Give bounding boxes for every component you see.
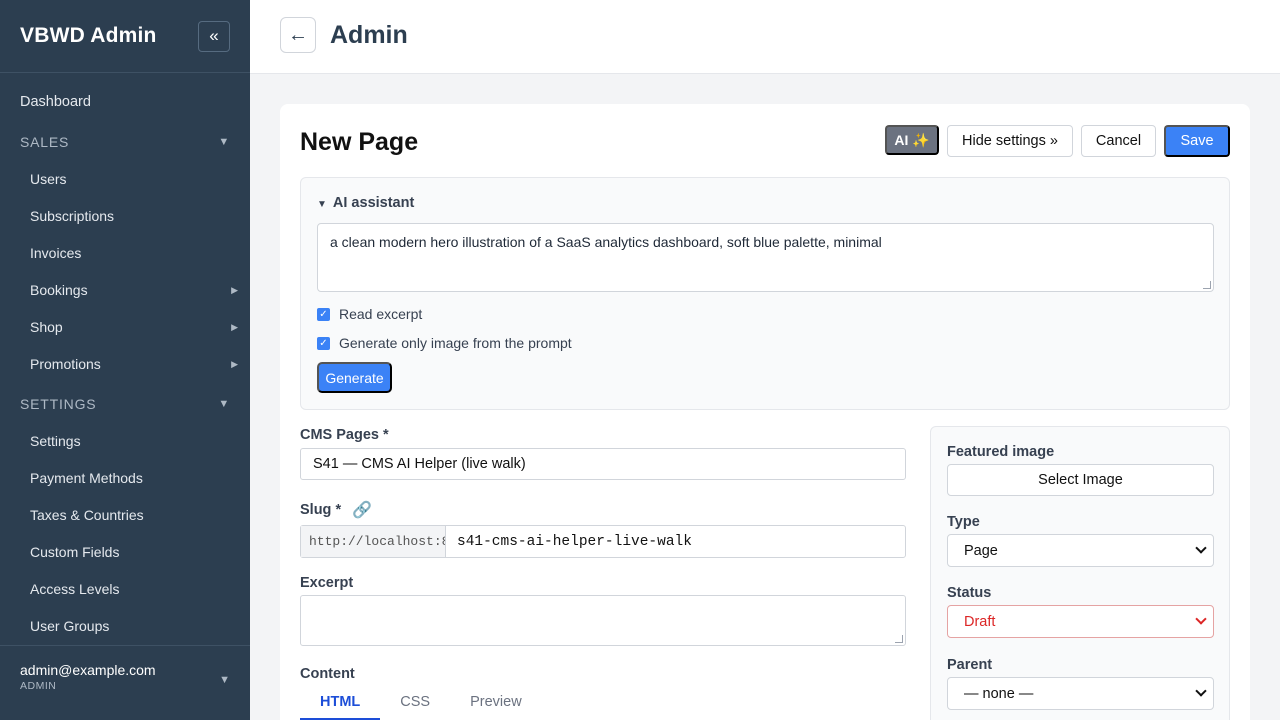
sidebar-section-settings[interactable]: SETTINGS ▼ (0, 386, 250, 422)
ai-assistant-toggle[interactable]: ▼ AI assistant (317, 195, 414, 211)
sidebar-item-label: Promotions (30, 356, 101, 372)
sidebar-section-label: SETTINGS (20, 396, 97, 412)
chevron-down-icon: ▼ (218, 136, 230, 148)
slug-field: http://localhost:8 s41-cms-ai-helper-liv… (300, 525, 906, 558)
ai-assistant-panel: ▼ AI assistant a clean modern hero illust… (300, 177, 1230, 410)
sidebar-item-payment-methods[interactable]: Payment Methods (0, 460, 250, 496)
excerpt-textarea[interactable] (300, 595, 906, 646)
sidebar-item-dashboard[interactable]: Dashboard (0, 84, 250, 120)
chevron-right-icon: ▶ (231, 321, 238, 332)
chevron-down-icon: ▼ (219, 674, 230, 686)
ai-toggle-button[interactable]: AI ✨ (885, 125, 939, 155)
image-only-label: Generate only image from the prompt (339, 335, 572, 351)
chevron-down-icon: ▼ (218, 398, 230, 410)
status-select-value: Draft (964, 613, 996, 630)
sidebar-item-shop[interactable]: Shop ▶ (0, 309, 250, 345)
slug-field-label: Slug * (300, 502, 342, 518)
page-title: New Page (300, 128, 419, 156)
hide-settings-button[interactable]: Hide settings » (947, 125, 1073, 157)
user-menu[interactable]: admin@example.com ADMIN ▼ (0, 645, 250, 720)
slug-url-prefix: http://localhost:8 (301, 526, 446, 557)
header-title: Admin (330, 21, 408, 49)
sidebar-item-subscriptions[interactable]: Subscriptions (0, 198, 250, 234)
parent-select-value: — none — (964, 685, 1034, 702)
sidebar: VBWD Admin « Dashboard SALES ▼ Users Sub… (0, 0, 250, 720)
resize-handle-icon[interactable] (895, 635, 903, 643)
content-tabs: HTML CSS Preview (300, 692, 542, 720)
read-excerpt-option[interactable]: ✓ Read excerpt (317, 306, 422, 322)
generate-button[interactable]: Generate (317, 362, 392, 393)
page-editor-card: New Page AI ✨ Hide settings » Cancel Sav… (280, 104, 1250, 720)
sidebar-header: VBWD Admin « (0, 0, 250, 73)
top-bar: ← Admin (250, 0, 1280, 74)
sidebar-item-bookings[interactable]: Bookings ▶ (0, 272, 250, 308)
parent-select[interactable]: — none — (947, 677, 1214, 710)
sidebar-item-settings[interactable]: Settings (0, 423, 250, 459)
user-email: admin@example.com (20, 662, 156, 678)
status-select[interactable]: Draft (947, 605, 1214, 638)
app-title: VBWD Admin (20, 24, 157, 47)
chevron-down-icon (1195, 542, 1207, 554)
read-excerpt-checkbox[interactable]: ✓ (317, 307, 330, 321)
sidebar-item-label: Bookings (30, 282, 88, 298)
caret-down-icon: ▼ (317, 199, 327, 210)
chevron-right-icon: ▶ (231, 358, 238, 369)
tab-css[interactable]: CSS (380, 692, 450, 720)
slug-input[interactable]: s41-cms-ai-helper-live-walk (446, 526, 905, 557)
resize-handle-icon[interactable] (1203, 281, 1211, 289)
chevron-down-icon (1195, 613, 1207, 625)
featured-image-label: Featured image (947, 444, 1055, 460)
collapse-sidebar-button[interactable]: « (198, 20, 230, 52)
sidebar-item-promotions[interactable]: Promotions ▶ (0, 346, 250, 382)
read-excerpt-label: Read excerpt (339, 306, 423, 322)
tab-html[interactable]: HTML (300, 692, 381, 720)
chevron-down-icon (1195, 685, 1207, 697)
status-label: Status (947, 585, 992, 601)
select-image-button[interactable]: Select Image (947, 464, 1214, 496)
cancel-button[interactable]: Cancel (1081, 125, 1156, 157)
save-button[interactable]: Save (1164, 125, 1230, 157)
back-button[interactable]: ← (280, 17, 316, 53)
sidebar-item-label: Shop (30, 319, 63, 335)
link-icon[interactable]: 🔗 (352, 500, 372, 520)
sidebar-item-invoices[interactable]: Invoices (0, 235, 250, 271)
sidebar-section-label: SALES (20, 134, 70, 150)
page-settings-panel: Featured image Select Image Type Page St… (930, 426, 1230, 720)
sidebar-item-taxes-countries[interactable]: Taxes & Countries (0, 497, 250, 533)
image-only-option[interactable]: ✓ Generate only image from the prompt (317, 335, 572, 351)
sidebar-item-custom-fields[interactable]: Custom Fields (0, 534, 250, 570)
type-select-value: Page (964, 542, 998, 559)
type-select[interactable]: Page (947, 534, 1214, 567)
ai-prompt-text: a clean modern hero illustration of a Sa… (330, 234, 882, 250)
parent-label: Parent (947, 657, 993, 673)
ai-prompt-textarea[interactable]: a clean modern hero illustration of a Sa… (317, 223, 1214, 292)
ai-assistant-heading: AI assistant (332, 195, 415, 211)
sidebar-item-access-levels[interactable]: Access Levels (0, 571, 250, 607)
excerpt-field-label: Excerpt (300, 575, 354, 591)
sidebar-item-users[interactable]: Users (0, 161, 250, 197)
image-only-checkbox[interactable]: ✓ (317, 336, 330, 350)
tab-preview[interactable]: Preview (450, 692, 542, 720)
title-field-label: CMS Pages * (300, 427, 389, 443)
sidebar-item-user-groups[interactable]: User Groups (0, 608, 250, 644)
title-input[interactable]: S41 — CMS AI Helper (live walk) (300, 448, 906, 480)
user-role: ADMIN (20, 680, 57, 692)
content-field-label: Content (300, 666, 355, 682)
type-label: Type (947, 514, 980, 530)
chevron-right-icon: ▶ (231, 284, 238, 295)
sidebar-section-sales[interactable]: SALES ▼ (0, 124, 250, 160)
